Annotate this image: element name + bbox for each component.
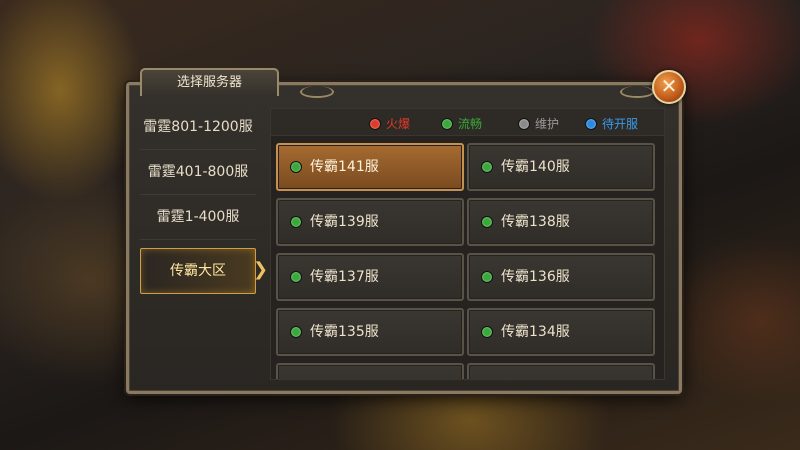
server-button[interactable]: 传霸136服: [467, 253, 655, 301]
server-group-sidebar: 雷霆801-1200服 雷霆401-800服 雷霆1-400服 传霸大区 ❯: [140, 105, 268, 294]
status-dot-icon: [290, 326, 302, 338]
server-button-partial[interactable]: [276, 363, 464, 379]
status-legend: 火爆 流畅 维护 待开服: [271, 109, 664, 136]
sidebar-item-leiting-801-1200[interactable]: 雷霆801-1200服: [140, 105, 256, 150]
status-dot-icon: [290, 161, 302, 173]
sidebar-item-label: 雷霆801-1200服: [143, 119, 253, 135]
close-button[interactable]: ✕: [652, 70, 686, 104]
server-button[interactable]: 传霸138服: [467, 198, 655, 246]
panel-ornament: [620, 86, 654, 98]
status-dot-icon: [481, 271, 493, 283]
status-dot-icon: [481, 326, 493, 338]
status-dot-icon: [518, 117, 530, 130]
status-dot-icon: [441, 117, 453, 130]
server-button[interactable]: 传霸140服: [467, 143, 655, 191]
server-button[interactable]: 传霸141服: [276, 143, 464, 191]
sidebar-item-label: 雷霆1-400服: [156, 209, 240, 225]
sidebar-item-leiting-1-400[interactable]: 雷霆1-400服: [140, 195, 256, 240]
legend-smooth: 流畅: [441, 115, 482, 132]
legend-hot: 火爆: [369, 115, 410, 132]
status-dot-icon: [481, 216, 493, 228]
status-dot-icon: [481, 161, 493, 173]
sidebar-item-label: 雷霆401-800服: [147, 164, 249, 180]
sidebar-item-label: 传霸大区: [170, 263, 226, 279]
server-button-partial[interactable]: [467, 363, 655, 379]
close-icon: ✕: [660, 74, 678, 98]
dialog-title: 选择服务器: [176, 75, 242, 90]
server-button[interactable]: 传霸139服: [276, 198, 464, 246]
panel-ornament: [300, 86, 334, 98]
sidebar-item-leiting-401-800[interactable]: 雷霆401-800服: [140, 150, 256, 195]
server-button[interactable]: 传霸134服: [467, 308, 655, 356]
status-dot-icon: [369, 117, 381, 130]
legend-maintenance: 维护: [518, 115, 559, 132]
sidebar-item-chuanba[interactable]: 传霸大区 ❯: [140, 248, 268, 294]
status-dot-icon: [290, 216, 302, 228]
server-list-area: 火爆 流畅 维护 待开服 传霸141服 传霸140服 传霸139服 传霸138服…: [270, 108, 665, 380]
status-dot-icon: [290, 271, 302, 283]
legend-upcoming: 待开服: [585, 115, 638, 132]
chevron-right-icon: ❯: [253, 259, 269, 280]
server-button[interactable]: 传霸135服: [276, 308, 464, 356]
status-dot-icon: [585, 117, 597, 130]
server-button[interactable]: 传霸137服: [276, 253, 464, 301]
dialog-title-tab: 选择服务器: [140, 68, 279, 96]
